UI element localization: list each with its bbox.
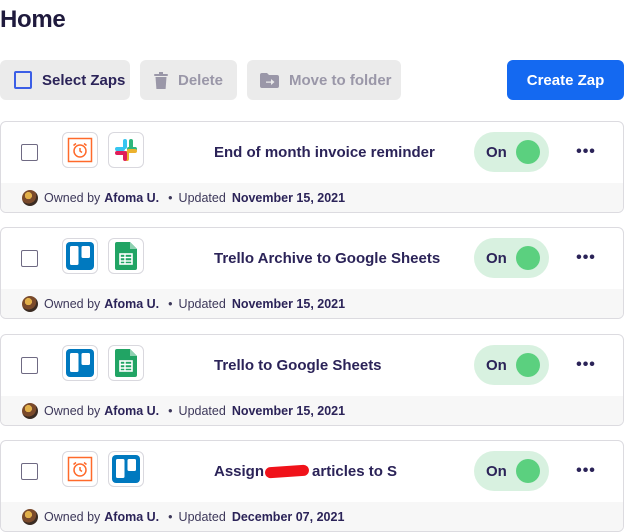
owner-prefix: Owned by — [44, 510, 101, 524]
toggle-label: On — [486, 462, 507, 480]
zap-row[interactable]: End of month invoice reminder On ••• Own… — [0, 121, 624, 213]
more-options-button[interactable]: ••• — [573, 459, 599, 483]
trello-icon — [62, 345, 98, 381]
slack-icon — [108, 132, 144, 168]
zap-meta: Owned by Afoma U. • Updated November 15,… — [1, 396, 623, 425]
schedule-icon — [62, 132, 98, 168]
zap-row[interactable]: Assign articles to S On ••• Owned by Afom… — [0, 440, 624, 532]
more-options-button[interactable]: ••• — [573, 353, 599, 377]
trello-icon — [62, 238, 98, 274]
avatar — [22, 190, 38, 206]
owner-name: Afoma U. — [104, 297, 160, 311]
google-sheets-icon — [108, 238, 144, 274]
separator-dot: • — [168, 510, 173, 524]
zap-title[interactable]: Assign articles to S — [214, 463, 397, 480]
more-options-button[interactable]: ••• — [573, 246, 599, 270]
trash-icon — [154, 71, 168, 89]
avatar — [22, 296, 38, 312]
row-checkbox[interactable] — [21, 357, 38, 374]
toggle-label: On — [486, 143, 507, 161]
move-to-folder-button[interactable]: Move to folder — [247, 60, 401, 100]
updated-prefix: Updated — [178, 404, 226, 418]
status-toggle[interactable]: On — [474, 451, 549, 491]
more-options-button[interactable]: ••• — [573, 140, 599, 164]
trello-icon — [108, 451, 144, 487]
zap-meta: Owned by Afoma U. • Updated November 15,… — [1, 289, 623, 318]
owner-prefix: Owned by — [44, 297, 101, 311]
toggle-knob — [516, 353, 540, 377]
row-checkbox[interactable] — [21, 144, 38, 161]
schedule-icon — [62, 451, 98, 487]
owner-prefix: Owned by — [44, 191, 101, 205]
zap-row[interactable]: Trello Archive to Google Sheets On ••• O… — [0, 227, 624, 319]
toggle-knob — [516, 246, 540, 270]
status-toggle[interactable]: On — [474, 345, 549, 385]
toggle-knob — [516, 459, 540, 483]
row-checkbox[interactable] — [21, 250, 38, 267]
checkbox-icon — [14, 71, 32, 89]
zap-title-end: articles to S — [312, 463, 398, 480]
folder-move-icon — [260, 72, 279, 88]
toggle-label: On — [486, 356, 507, 374]
page-title: Home — [0, 6, 66, 33]
create-zap-button[interactable]: Create Zap — [507, 60, 624, 100]
zap-meta: Owned by Afoma U. • Updated December 07,… — [1, 502, 623, 531]
toggle-label: On — [486, 249, 507, 267]
ellipsis-icon: ••• — [576, 462, 596, 479]
zap-title-start: Assign — [214, 463, 265, 480]
updated-date: December 07, 2021 — [231, 510, 345, 524]
updated-date: November 15, 2021 — [231, 191, 346, 205]
google-sheets-icon — [108, 345, 144, 381]
separator-dot: • — [168, 404, 173, 418]
separator-dot: • — [168, 191, 173, 205]
move-to-folder-label: Move to folder — [289, 71, 392, 89]
owner-prefix: Owned by — [44, 404, 101, 418]
updated-prefix: Updated — [178, 297, 226, 311]
toggle-knob — [516, 140, 540, 164]
updated-date: November 15, 2021 — [231, 404, 346, 418]
redaction-mark — [264, 464, 310, 479]
ellipsis-icon: ••• — [576, 143, 596, 160]
zap-title[interactable]: End of month invoice reminder — [214, 144, 435, 161]
zap-title[interactable]: Trello to Google Sheets — [214, 357, 382, 374]
updated-date: November 15, 2021 — [231, 297, 346, 311]
owner-name: Afoma U. — [104, 191, 160, 205]
separator-dot: • — [168, 297, 173, 311]
row-checkbox[interactable] — [21, 463, 38, 480]
status-toggle[interactable]: On — [474, 132, 549, 172]
delete-button[interactable]: Delete — [140, 60, 237, 100]
owner-name: Afoma U. — [104, 510, 160, 524]
updated-prefix: Updated — [178, 510, 226, 524]
avatar — [22, 509, 38, 525]
zap-row[interactable]: Trello to Google Sheets On ••• Owned by … — [0, 334, 624, 426]
zap-title[interactable]: Trello Archive to Google Sheets — [214, 250, 440, 267]
ellipsis-icon: ••• — [576, 249, 596, 266]
status-toggle[interactable]: On — [474, 238, 549, 278]
select-zaps-label: Select Zaps — [42, 71, 126, 89]
delete-label: Delete — [178, 71, 224, 89]
updated-prefix: Updated — [178, 191, 226, 205]
zap-meta: Owned by Afoma U. • Updated November 15,… — [1, 183, 623, 212]
ellipsis-icon: ••• — [576, 356, 596, 373]
owner-name: Afoma U. — [104, 404, 160, 418]
select-zaps-button[interactable]: Select Zaps — [0, 60, 130, 100]
avatar — [22, 403, 38, 419]
